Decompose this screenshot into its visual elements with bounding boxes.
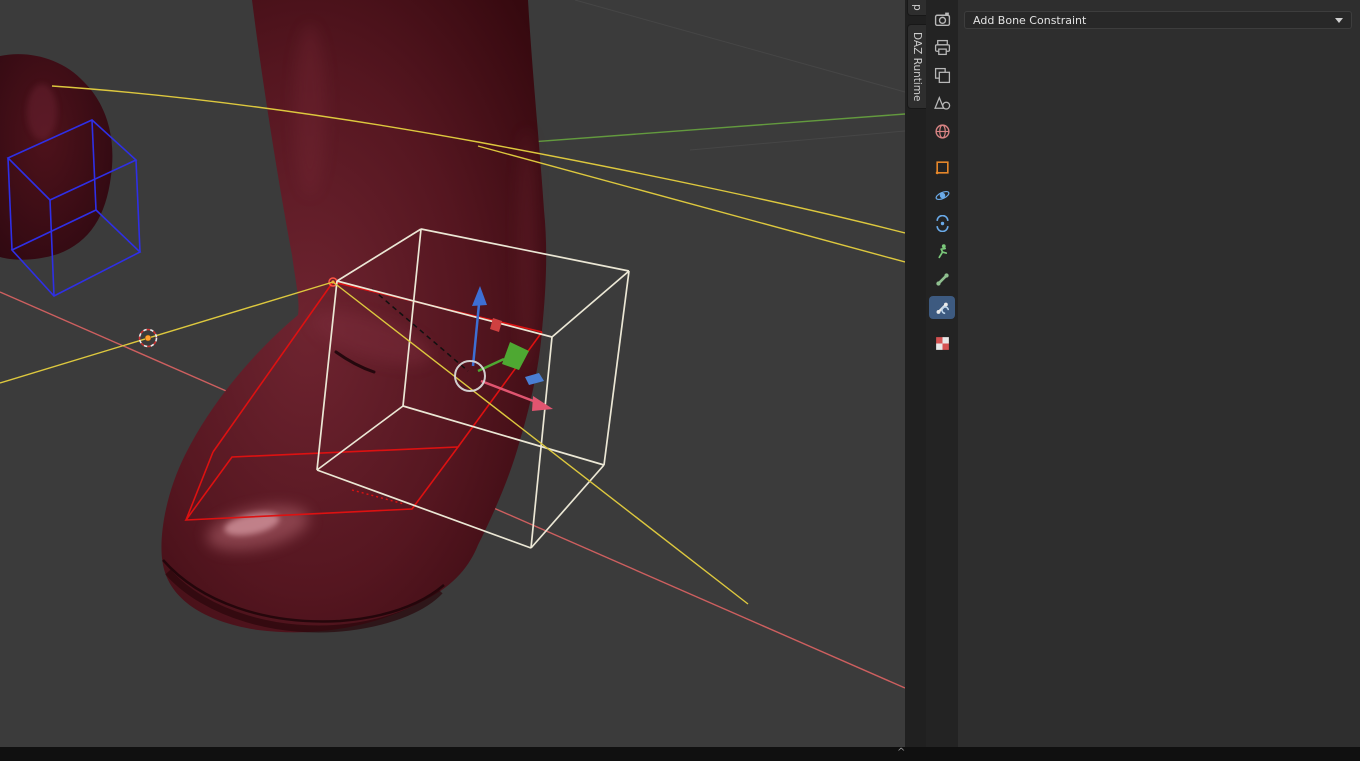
tab-bone-constraint-properties[interactable] (929, 296, 955, 319)
properties-tab-bar (926, 0, 958, 747)
render-camera-icon (934, 12, 950, 27)
expand-header-chevron[interactable]: ^ (897, 746, 905, 760)
tab-scene-properties[interactable] (929, 92, 955, 115)
tab-bone-properties[interactable] (929, 268, 955, 291)
sidebar-tab-daz-runtime-label: DAZ Runtime (911, 32, 923, 102)
sidebar-tab-daz-runtime[interactable]: DAZ Runtime (907, 24, 926, 110)
object-square-icon (935, 161, 949, 175)
bone-icon (935, 273, 949, 286)
object-constraint-clamp-icon (935, 215, 949, 232)
add-bone-constraint-label: Add Bone Constraint (973, 13, 1087, 27)
sidebar-tab-partial-label: p (911, 4, 923, 11)
tab-world-properties[interactable] (929, 120, 955, 143)
3d-viewport[interactable] (0, 0, 905, 747)
output-printer-icon (934, 39, 950, 56)
armature-running-man-icon (937, 244, 947, 259)
bone-constraint-icon (936, 302, 949, 315)
view-layer-images-icon (934, 67, 950, 84)
bone-constraint-panel: Add Bone Constraint (958, 0, 1360, 747)
texture-checker-icon (935, 337, 949, 350)
tab-object-properties[interactable] (929, 156, 955, 179)
blender-window: p DAZ Runtime Add Bone Constraint ^ (0, 0, 1360, 761)
sidebar-tab-partial[interactable]: p (907, 0, 926, 16)
viewport-scene (0, 0, 905, 747)
physics-orbit-icon (935, 190, 949, 201)
tab-view-layer-properties[interactable] (929, 64, 955, 87)
tab-render-properties[interactable] (929, 8, 955, 31)
tab-output-properties[interactable] (929, 36, 955, 59)
tab-object-data-properties[interactable] (929, 240, 955, 263)
tab-physics-properties[interactable] (929, 184, 955, 207)
viewport-sidebar-tabs: p DAZ Runtime (905, 0, 926, 747)
collapsed-header-strip: ^ (0, 747, 1360, 761)
tab-texture-properties[interactable] (929, 332, 955, 355)
scene-cone-sphere-icon (933, 95, 950, 110)
chevron-down-icon (1335, 17, 1343, 23)
world-globe-icon (934, 124, 950, 139)
add-bone-constraint-dropdown[interactable]: Add Bone Constraint (964, 11, 1352, 29)
tab-object-constraint-properties[interactable] (929, 212, 955, 235)
